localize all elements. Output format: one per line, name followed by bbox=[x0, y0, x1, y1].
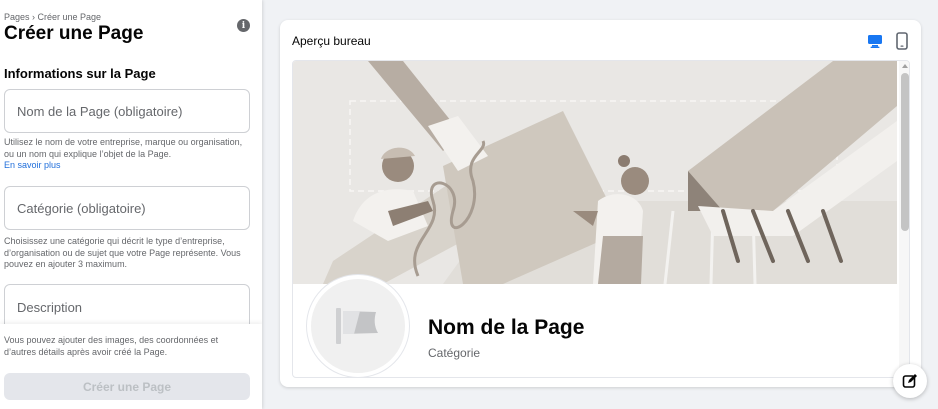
preview-page-name: Nom de la Page bbox=[428, 316, 585, 339]
breadcrumb[interactable]: Pages › Créer une Page bbox=[4, 12, 101, 22]
page-name-input[interactable]: Nom de la Page (obligatoire) bbox=[4, 89, 250, 133]
profile-picture bbox=[307, 275, 409, 377]
category-placeholder: Catégorie (obligatoire) bbox=[17, 200, 146, 216]
info-icon[interactable]: i bbox=[237, 19, 250, 32]
page-name-helper: Utilisez le nom de votre entreprise, mar… bbox=[4, 137, 252, 172]
edit-icon bbox=[902, 374, 917, 388]
category-input[interactable]: Catégorie (obligatoire) bbox=[4, 186, 250, 230]
desktop-preview-frame: Nom de la Page Catégorie bbox=[292, 60, 910, 378]
flag-icon bbox=[336, 308, 378, 344]
description-placeholder: Description bbox=[17, 299, 83, 315]
section-heading: Informations sur la Page bbox=[4, 66, 156, 81]
cover-illustration bbox=[323, 61, 897, 285]
page-name-placeholder: Nom de la Page (obligatoire) bbox=[17, 103, 183, 119]
preview-page-category: Catégorie bbox=[428, 346, 481, 360]
page-name-helper-text: Utilisez le nom de votre entreprise, mar… bbox=[4, 137, 243, 159]
footer-helper: Vous pouvez ajouter des images, des coor… bbox=[4, 335, 219, 357]
preview-label: Aperçu bureau bbox=[292, 34, 371, 48]
preview-card: Aperçu bureau Nom de la Page Catégorie bbox=[280, 20, 921, 387]
preview-scrollbar[interactable] bbox=[899, 61, 909, 377]
create-page-button[interactable]: Créer une Page bbox=[4, 373, 250, 400]
scrollbar-thumb[interactable] bbox=[901, 73, 909, 231]
create-page-sidebar: Pages › Créer une Page Créer une Page i … bbox=[0, 0, 262, 409]
learn-more-link[interactable]: En savoir plus bbox=[4, 160, 252, 172]
edit-button[interactable] bbox=[893, 364, 927, 398]
scroll-up-arrow-icon[interactable] bbox=[902, 64, 908, 68]
category-helper: Choisissez une catégorie qui décrit le t… bbox=[4, 236, 241, 269]
sidebar-footer: Vous pouvez ajouter des images, des coor… bbox=[0, 324, 262, 409]
page-title: Créer une Page bbox=[4, 23, 144, 44]
cover-photo bbox=[293, 61, 897, 285]
desktop-icon[interactable] bbox=[867, 33, 883, 49]
mobile-icon[interactable] bbox=[896, 32, 908, 50]
